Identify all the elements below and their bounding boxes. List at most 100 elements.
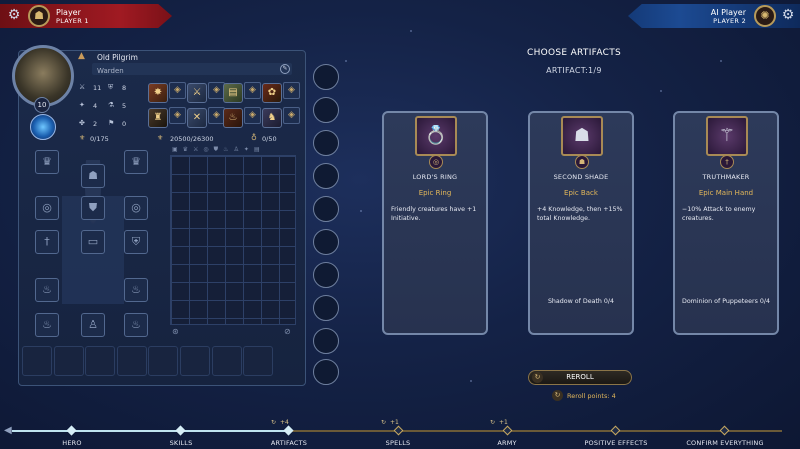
artifact-counter: ARTIFACT:1/9 (546, 66, 602, 75)
back-slot-icon: ☗ (575, 155, 589, 169)
equip-slot-main-hand[interactable]: † (35, 230, 59, 254)
army-slot[interactable] (313, 229, 339, 255)
step-label-confirm[interactable]: CONFIRM EVERYTHING (680, 439, 770, 447)
step-node-artifacts[interactable] (283, 425, 294, 436)
artifact-name: TRUTHMAKER (702, 173, 750, 181)
backpack-slot[interactable] (211, 346, 242, 376)
sort-icon[interactable]: ⊛ (172, 327, 179, 336)
step-node-positive-effects[interactable] (610, 425, 621, 436)
army-slot[interactable] (313, 196, 339, 222)
backpack-slot[interactable] (243, 346, 274, 376)
step-node-skills[interactable] (175, 425, 186, 436)
info-icon[interactable]: ✎ (280, 64, 290, 74)
step-label-army[interactable]: ARMY (462, 439, 552, 447)
inventory-grid[interactable] (170, 155, 296, 325)
skill-slot[interactable]: ♨ (223, 108, 243, 128)
skill-slot[interactable]: ◈ (169, 82, 186, 99)
equip-slot-neck[interactable]: ♛ (124, 150, 148, 174)
equip-slot-misc[interactable]: ♨ (35, 313, 59, 337)
equip-slot-head[interactable]: ☗ (81, 164, 105, 188)
main-hand-slot-icon: † (720, 155, 734, 169)
skill-slot[interactable]: ✸ (148, 83, 168, 103)
artifact-type: Epic Main Hand (698, 189, 754, 197)
skill-slot[interactable]: ⚔ (187, 83, 207, 103)
skill-slot[interactable]: ◈ (283, 82, 300, 99)
step-label-spells[interactable]: SPELLS (353, 439, 443, 447)
skill-slot[interactable]: ◈ (169, 107, 186, 124)
choose-artifacts-title: CHOOSE ARTIFACTS (526, 48, 622, 58)
player1-label: PLAYER 1 (56, 17, 89, 25)
army-slot[interactable] (313, 163, 339, 189)
step-label-skills[interactable]: SKILLS (136, 439, 226, 447)
skill-slot[interactable]: ♞ (262, 108, 282, 128)
artifact-name: LORD'S RING (412, 173, 458, 181)
settings-icon[interactable]: ⚙ (6, 7, 22, 23)
army-slot[interactable] (313, 262, 339, 288)
backpack-slot[interactable] (179, 346, 210, 376)
settings-icon[interactable]: ⚙ (780, 7, 796, 23)
army-slot[interactable] (313, 64, 339, 90)
army-slot[interactable] (313, 328, 339, 354)
skill-slot[interactable]: ✕ (187, 108, 207, 128)
artifact-card-lords-ring[interactable]: 💍 ◎ LORD'S RING Epic Ring Friendly creat… (382, 111, 488, 335)
player2-name: AI Player (710, 8, 746, 17)
skill-slot[interactable]: ◈ (244, 82, 261, 99)
artifact-card-truthmaker[interactable]: ⚚ † TRUTHMAKER Epic Main Hand −10% Attac… (673, 111, 779, 335)
skill-slot[interactable]: ✿ (262, 83, 282, 103)
step-node-confirm[interactable] (719, 425, 730, 436)
step-label-hero[interactable]: HERO (27, 439, 117, 447)
back-arrow-icon[interactable]: ◀ (4, 425, 12, 436)
skill-slot[interactable]: ♜ (148, 108, 168, 128)
backpack-slot[interactable] (148, 346, 179, 376)
backpack-slot[interactable] (85, 346, 116, 376)
equip-slot-helmet[interactable]: ♛ (35, 150, 59, 174)
player2-label: PLAYER 2 (713, 17, 746, 25)
stat-spellpower: 4 (93, 102, 98, 110)
equip-slot-misc[interactable]: ♨ (124, 313, 148, 337)
army-slot[interactable] (313, 97, 339, 123)
equip-slot-boots[interactable]: ♙ (81, 313, 105, 337)
step-node-army[interactable] (502, 425, 513, 436)
step-node-hero[interactable] (66, 425, 77, 436)
step-label-positive-effects[interactable]: POSITIVE EFFECTS (571, 439, 661, 447)
artifact-card-second-shade[interactable]: ☗ ☗ SECOND SHADE Epic Back +4 Knowledge,… (528, 111, 634, 335)
faction-crest-icon: ▲ (78, 51, 85, 61)
hero-specialty-icon[interactable] (30, 114, 56, 140)
backpack-slot[interactable] (116, 346, 147, 376)
equip-slot-belt[interactable]: ▭ (81, 230, 105, 254)
player1-name: Player (56, 8, 81, 17)
reroll-button[interactable]: REROLL (528, 370, 632, 385)
shield-icon: ⛨ (108, 83, 114, 91)
mace-icon: ⚚ (706, 116, 748, 156)
spell-power-icon: ✦ (79, 101, 85, 109)
hero-name: Old Pilgrim (97, 53, 138, 62)
reroll-points: Reroll points: 4 (567, 392, 616, 400)
equip-slot-misc[interactable]: ♨ (35, 278, 59, 302)
reroll-icon: ↻ (532, 372, 543, 383)
backpack-slot[interactable] (22, 346, 52, 376)
army-slot[interactable] (313, 295, 339, 321)
skill-slot[interactable]: ▤ (223, 83, 243, 103)
knowledge-icon: ⚗ (108, 101, 115, 109)
progress-track-fill (12, 430, 288, 432)
equip-slot-ring-left[interactable]: ◎ (35, 196, 59, 220)
inventory-filter-icons[interactable]: ▣♛⚔◎⛊♨♙✦▤ (172, 146, 294, 154)
experience-value: 0/175 (90, 135, 109, 143)
backpack-slot[interactable] (53, 346, 84, 376)
step-label-artifacts[interactable]: ARTIFACTS (244, 439, 334, 447)
equip-slot-misc[interactable]: ♨ (124, 278, 148, 302)
stat-defense: 8 (122, 84, 127, 92)
equip-slot-armor[interactable]: ⛊ (81, 196, 105, 220)
experience-icon: ⚜ (79, 134, 86, 142)
equip-slot-off-hand[interactable]: ⛨ (124, 230, 148, 254)
artifact-type: Epic Back (564, 189, 598, 197)
skill-slot[interactable]: ◈ (244, 107, 261, 124)
equip-slot-ring-right[interactable]: ◎ (124, 196, 148, 220)
skill-slot[interactable]: ◈ (283, 107, 300, 124)
step-node-spells[interactable] (393, 425, 404, 436)
hero-class: Warden (97, 67, 124, 75)
trash-icon[interactable]: ⊘ (284, 327, 291, 336)
mana-value: 0/50 (262, 135, 277, 143)
army-slot[interactable] (313, 130, 339, 156)
army-slot[interactable] (313, 359, 339, 385)
